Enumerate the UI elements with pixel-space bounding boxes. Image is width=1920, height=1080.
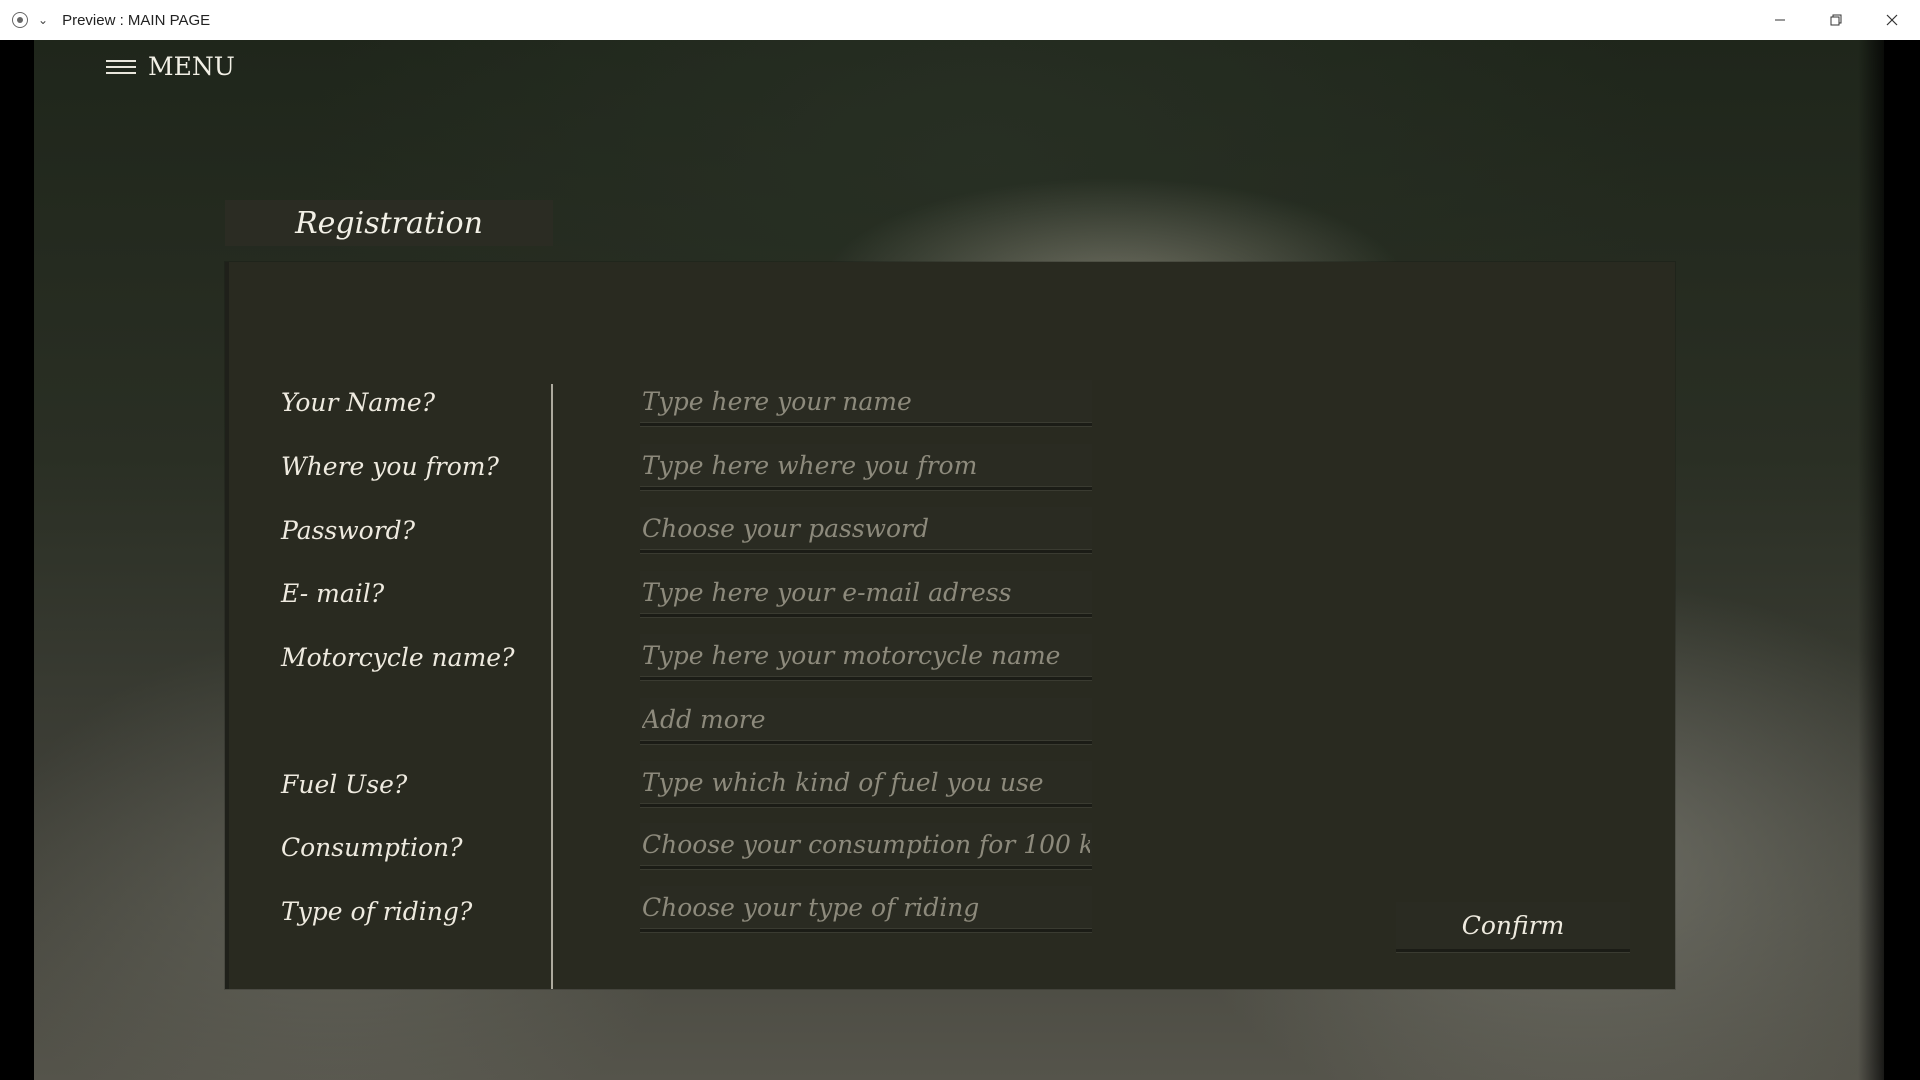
close-button[interactable] [1864, 0, 1920, 40]
chevron-down-icon[interactable]: ⌄ [38, 13, 48, 27]
hamburger-icon [106, 59, 136, 74]
origin-input[interactable] [640, 444, 1092, 490]
label-name: Your Name? [281, 388, 436, 417]
restore-button[interactable] [1808, 0, 1864, 40]
motorcycle-name-input[interactable] [640, 634, 1092, 680]
registration-panel: Your Name? Where you from? Password? E- … [225, 262, 1675, 989]
window-titlebar: ⌄ Preview : MAIN PAGE [0, 0, 1920, 40]
add-more-input[interactable] [640, 698, 1092, 744]
window-controls [1752, 0, 1920, 40]
fuel-input[interactable] [640, 761, 1092, 807]
name-input[interactable] [640, 380, 1092, 426]
confirm-button[interactable]: Confirm [1396, 902, 1630, 952]
minimize-button[interactable] [1752, 0, 1808, 40]
window-title: Preview : MAIN PAGE [62, 11, 211, 29]
restore-icon [1830, 14, 1842, 26]
column-divider [551, 384, 553, 989]
label-origin: Where you from? [281, 452, 499, 481]
label-email: E- mail? [281, 579, 385, 608]
password-input[interactable] [640, 507, 1092, 553]
label-riding-type: Type of riding? [281, 897, 473, 926]
label-password: Password? [281, 516, 416, 545]
menu-label: MENU [148, 52, 235, 81]
minimize-icon [1775, 19, 1785, 21]
email-input[interactable] [640, 571, 1092, 617]
label-motorcycle: Motorcycle name? [281, 643, 515, 672]
app-icon[interactable] [12, 12, 28, 28]
close-icon [1886, 14, 1898, 26]
panel-edge [225, 262, 229, 989]
registration-tab[interactable]: Registration [225, 200, 553, 246]
menu-button[interactable]: MENU [106, 52, 235, 81]
riding-type-input[interactable] [640, 886, 1092, 932]
titlebar-left: ⌄ Preview : MAIN PAGE [0, 12, 210, 29]
consumption-input[interactable] [640, 823, 1092, 869]
app-content: MENU Registration Your Name? Where you f… [34, 40, 1884, 1080]
label-fuel: Fuel Use? [281, 770, 408, 799]
label-consumption: Consumption? [281, 833, 463, 862]
